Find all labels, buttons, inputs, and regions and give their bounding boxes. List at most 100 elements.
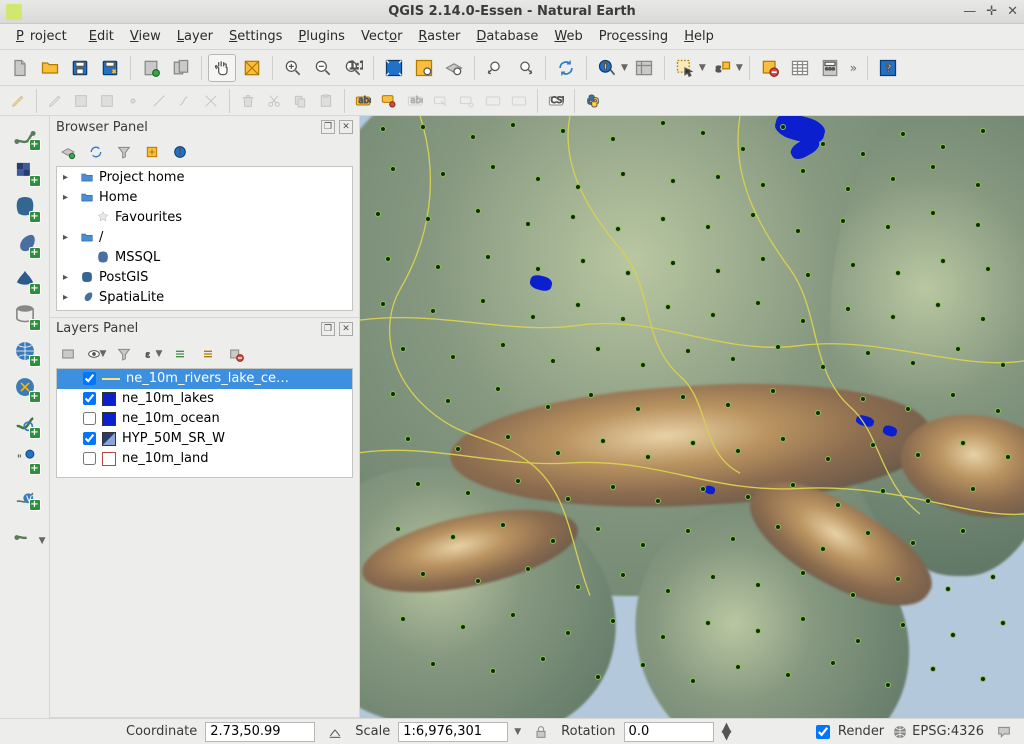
feature-point[interactable] <box>930 164 936 170</box>
add-feature-button[interactable] <box>95 89 119 113</box>
select-features-button[interactable] <box>671 54 699 82</box>
menu-edit[interactable]: Edit <box>83 27 120 46</box>
select-expression-button[interactable]: ε <box>708 54 736 82</box>
feature-point[interactable] <box>735 448 741 454</box>
identify-button[interactable]: i <box>593 54 621 82</box>
menu-project[interactable]: Project <box>10 27 79 46</box>
feature-point[interactable] <box>705 224 711 230</box>
feature-point[interactable] <box>985 266 991 272</box>
scale-dropdown-icon[interactable]: ▼ <box>514 727 521 737</box>
feature-point[interactable] <box>980 128 986 134</box>
new-shapefile-button[interactable]: ▼ <box>10 516 40 546</box>
add-wcs-layer-button[interactable]: + <box>10 372 40 402</box>
label-pin-button[interactable] <box>377 89 401 113</box>
feature-point[interactable] <box>870 442 876 448</box>
feature-point[interactable] <box>750 212 756 218</box>
feature-point[interactable] <box>865 530 871 536</box>
feature-point[interactable] <box>475 208 481 214</box>
menu-database[interactable]: Database <box>470 27 544 46</box>
browser-item[interactable]: ▸ / <box>57 227 352 247</box>
save-project-as-button[interactable] <box>96 54 124 82</box>
toggle-editing-button[interactable] <box>6 89 30 113</box>
browser-panel-header[interactable]: Browser Panel ❐ ✕ <box>50 116 359 138</box>
feature-point[interactable] <box>660 634 666 640</box>
feature-point[interactable] <box>740 146 746 152</box>
add-raster-layer-button[interactable]: + <box>10 156 40 186</box>
add-postgis-layer-button[interactable]: + <box>10 192 40 222</box>
feature-point[interactable] <box>745 494 751 500</box>
add-wfs-layer-button[interactable]: + <box>10 408 40 438</box>
feature-point[interactable] <box>465 490 471 496</box>
zoom-next-button[interactable] <box>511 54 539 82</box>
feature-point[interactable] <box>440 171 446 177</box>
feature-point[interactable] <box>610 136 616 142</box>
feature-point[interactable] <box>860 396 866 402</box>
cut-button[interactable] <box>262 89 286 113</box>
feature-point[interactable] <box>610 618 616 624</box>
layer-visibility-checkbox[interactable] <box>83 392 96 405</box>
add-delimited-text-button[interactable]: "+ <box>10 444 40 474</box>
feature-point[interactable] <box>930 210 936 216</box>
dropdown-icon[interactable]: ▼ <box>621 63 628 73</box>
feature-point[interactable] <box>450 534 456 540</box>
zoom-out-button[interactable] <box>309 54 337 82</box>
close-icon[interactable]: ✕ <box>339 322 353 336</box>
copy-button[interactable] <box>288 89 312 113</box>
rotation-down-icon[interactable]: ▼ <box>722 732 732 740</box>
feature-point[interactable] <box>690 440 696 446</box>
layer-visibility-checkbox[interactable] <box>83 372 96 385</box>
extents-toggle-icon[interactable] <box>323 720 347 744</box>
feature-point[interactable] <box>950 632 956 638</box>
feature-point[interactable] <box>760 182 766 188</box>
feature-point[interactable] <box>835 502 841 508</box>
menu-plugins[interactable]: Plugins <box>292 27 351 46</box>
label-change-button[interactable] <box>481 89 505 113</box>
lock-scale-icon[interactable] <box>529 720 553 744</box>
close-button[interactable]: ✕ <box>1007 4 1018 19</box>
browser-item[interactable]: ▸ PostGIS <box>57 267 352 287</box>
feature-point[interactable] <box>515 478 521 484</box>
feature-point[interactable] <box>670 178 676 184</box>
open-attribute-table-button[interactable] <box>786 54 814 82</box>
layers-panel-header[interactable]: Layers Panel ❐ ✕ <box>50 318 359 340</box>
browser-tree[interactable]: ▸ Project home▸ Home Favourites▸ / MSSQL… <box>56 166 353 311</box>
feature-point[interactable] <box>390 166 396 172</box>
feature-point[interactable] <box>425 216 431 222</box>
feature-point[interactable] <box>1000 362 1006 368</box>
zoom-last-button[interactable] <box>481 54 509 82</box>
dropdown-icon[interactable]: ▼ <box>699 63 706 73</box>
feature-point[interactable] <box>715 174 721 180</box>
map-canvas[interactable] <box>360 116 1024 718</box>
feature-point[interactable] <box>855 638 861 644</box>
feature-point[interactable] <box>840 218 846 224</box>
twisty-icon[interactable]: ▸ <box>63 172 75 183</box>
feature-point[interactable] <box>945 586 951 592</box>
feature-point[interactable] <box>495 386 501 392</box>
feature-point[interactable] <box>665 304 671 310</box>
feature-point[interactable] <box>755 582 761 588</box>
twisty-icon[interactable]: ▸ <box>63 232 75 243</box>
feature-point[interactable] <box>815 410 821 416</box>
feature-point[interactable] <box>510 122 516 128</box>
feature-point[interactable] <box>545 404 551 410</box>
feature-point[interactable] <box>850 262 856 268</box>
add-mssql-layer-button[interactable]: + <box>10 264 40 294</box>
menu-help[interactable]: Help <box>678 27 720 46</box>
add-layer-icon[interactable] <box>56 140 80 164</box>
twisty-icon[interactable]: ▸ <box>63 192 75 203</box>
feature-point[interactable] <box>510 612 516 618</box>
feature-point[interactable] <box>595 346 601 352</box>
feature-point[interactable] <box>725 402 731 408</box>
move-feature-button[interactable] <box>121 89 145 113</box>
save-edits-button[interactable] <box>69 89 93 113</box>
current-edits-button[interactable] <box>43 89 67 113</box>
feature-point[interactable] <box>460 624 466 630</box>
feature-point[interactable] <box>890 176 896 182</box>
label-props-button[interactable] <box>507 89 531 113</box>
feature-point[interactable] <box>895 270 901 276</box>
filter-icon[interactable] <box>112 140 136 164</box>
zoom-to-selection-button[interactable] <box>410 54 438 82</box>
zoom-native-button[interactable]: 1:1 <box>339 54 367 82</box>
feature-point[interactable] <box>685 528 691 534</box>
add-oracle-layer-button[interactable]: + <box>10 300 40 330</box>
